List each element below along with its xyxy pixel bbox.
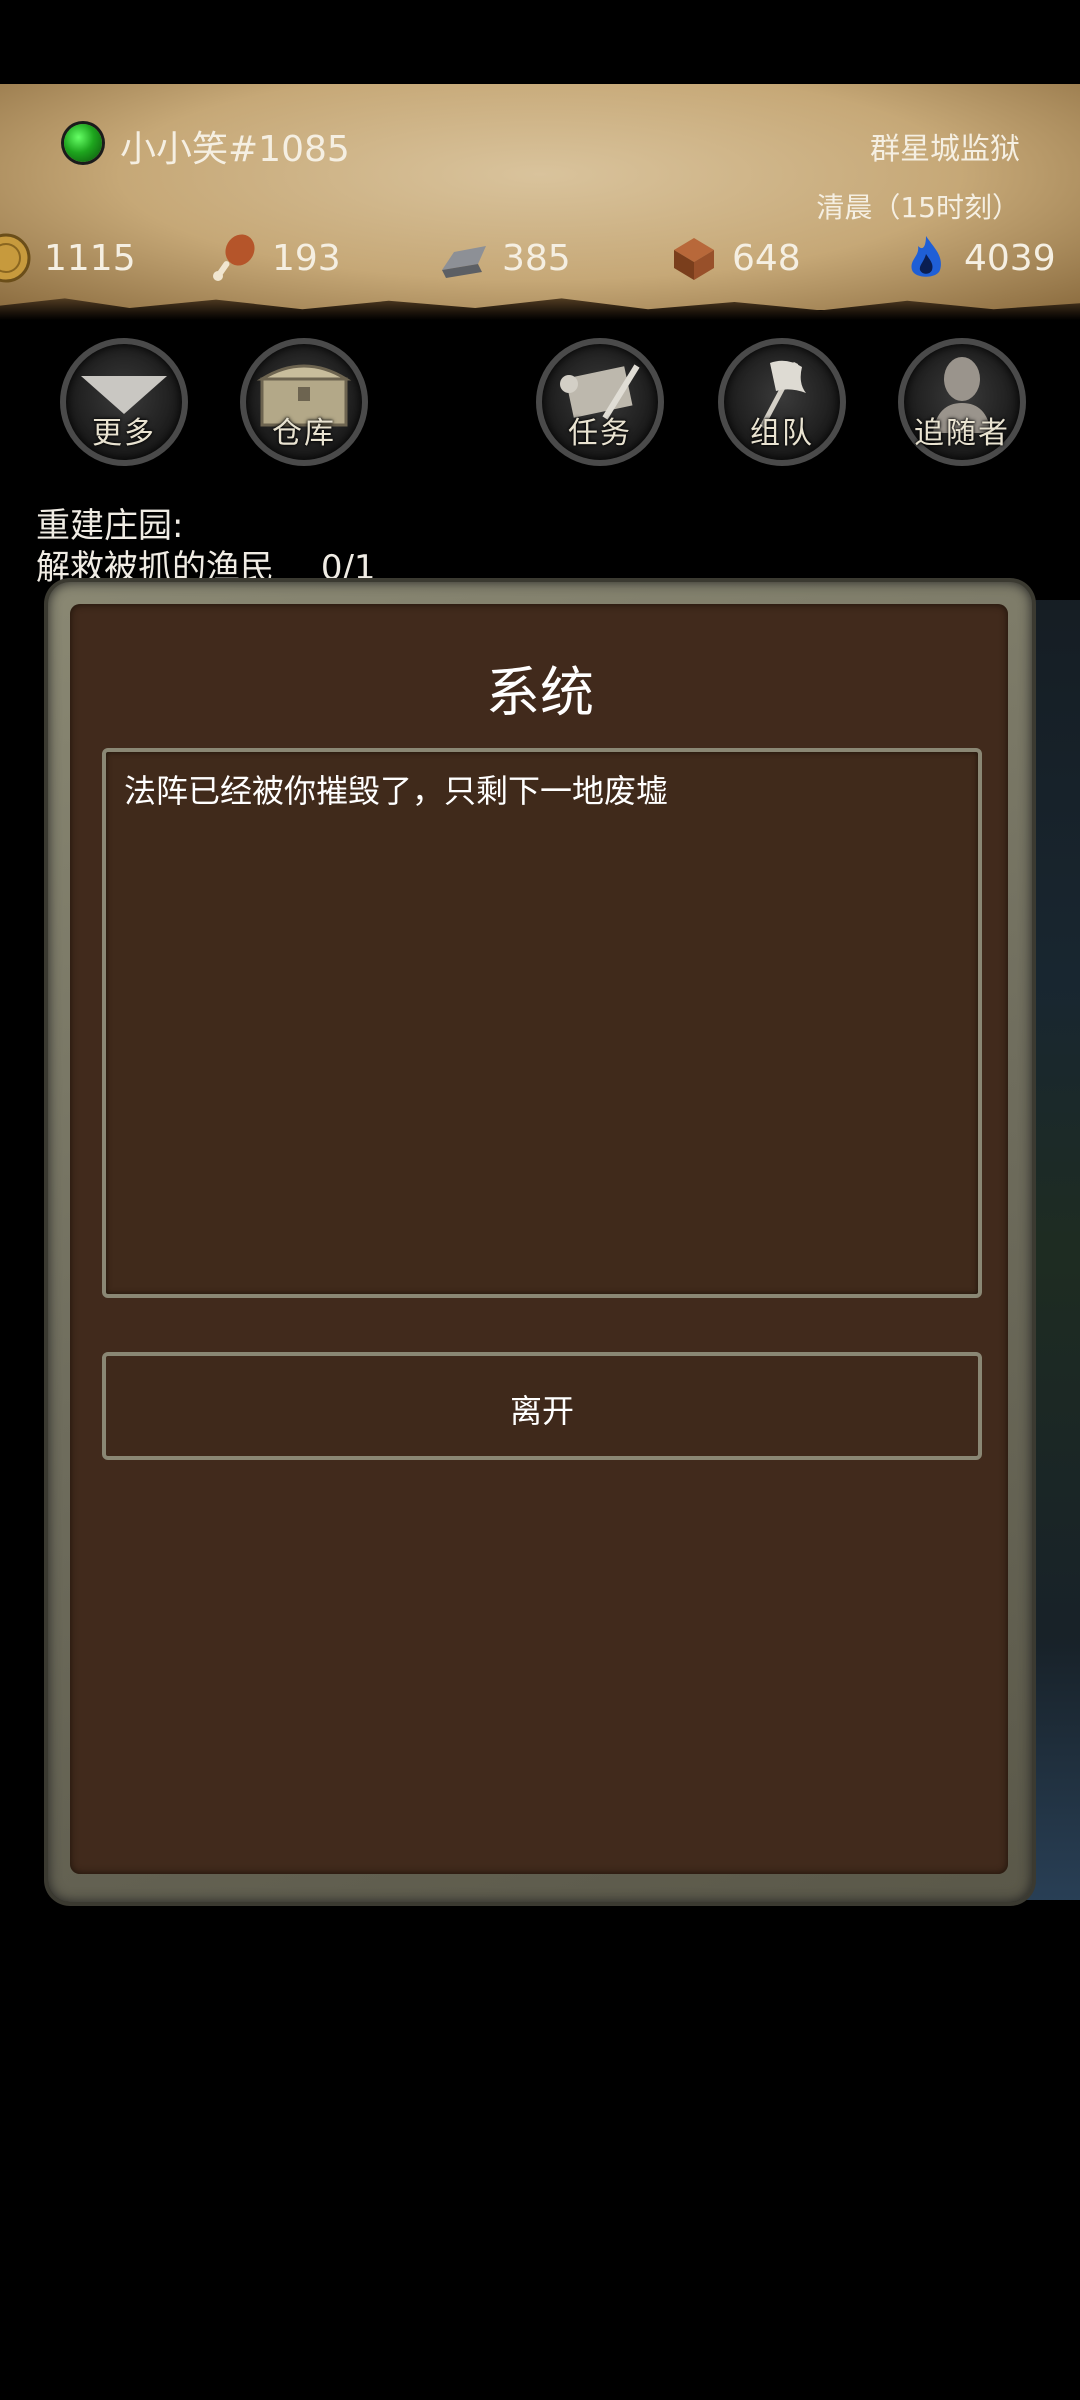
food-value: 193 — [272, 237, 341, 279]
storage-label: 仓库 — [272, 416, 336, 451]
followers-button[interactable]: 追随者 — [898, 338, 1026, 466]
more-button[interactable]: 更多 — [60, 338, 188, 466]
resource-food: 193 — [208, 230, 341, 286]
iron-ingot-icon — [442, 246, 486, 278]
quest-button[interactable]: 任务 — [536, 338, 664, 466]
player-name: 小小笑#1085 — [120, 129, 350, 170]
brick-value: 648 — [732, 237, 801, 279]
blue-flame-icon — [911, 236, 941, 277]
time-label: 清晨（15时刻） — [816, 191, 1020, 224]
coin-value: 1115 — [44, 237, 136, 279]
drumstick-icon — [213, 234, 255, 281]
quest-label: 任务 — [568, 416, 632, 451]
location-label: 群星城监狱 — [870, 132, 1020, 167]
coin-icon — [0, 233, 31, 283]
message-box — [102, 748, 982, 1298]
resource-mana: 4039 — [900, 230, 1056, 286]
storage-button[interactable]: 仓库 — [240, 338, 368, 466]
more-label: 更多 — [92, 416, 156, 451]
resource-brick: 648 — [668, 230, 801, 286]
team-button[interactable]: 组队 — [718, 338, 846, 466]
leave-button-label: 离开 — [509, 1392, 574, 1430]
quest-title: 重建庄园: — [36, 506, 184, 546]
dialog-message: 法阵已经被你摧毁了，只剩下一地废墟 — [124, 772, 669, 810]
online-status-icon — [64, 124, 102, 162]
dialog-title: 系统 — [486, 661, 594, 724]
mana-value: 4039 — [964, 237, 1056, 279]
brick-icon — [674, 238, 714, 280]
iron-value: 385 — [502, 237, 571, 279]
quest-tracker[interactable]: 重建庄园: 解救被抓的渔民 0/1 — [36, 505, 376, 589]
followers-label: 追随者 — [914, 416, 1010, 451]
resource-iron: 385 — [438, 230, 571, 286]
leave-button[interactable]: 离开 — [102, 1352, 982, 1460]
resource-coin: 1115 — [0, 230, 136, 286]
team-label: 组队 — [750, 416, 814, 451]
